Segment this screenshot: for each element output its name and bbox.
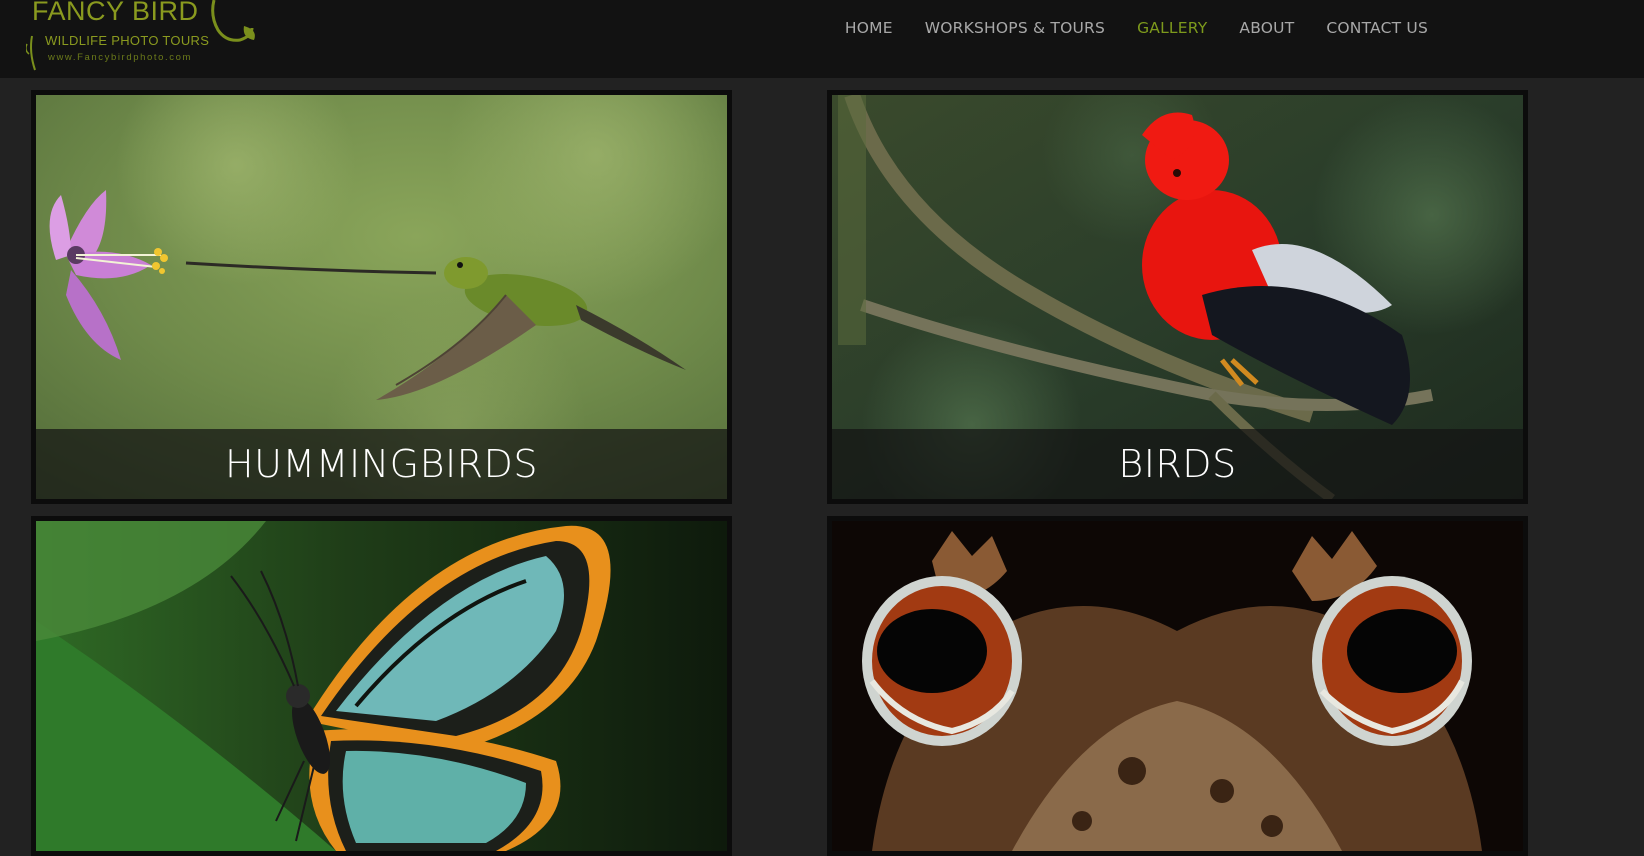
horned-frog-photo <box>832 521 1523 851</box>
glasswing-butterfly-photo <box>36 521 727 851</box>
logo-title: FANCY BIRD <box>32 0 199 26</box>
nav-workshops-tours[interactable]: WORKSHOPS & TOURS <box>909 16 1121 40</box>
nav-gallery[interactable]: GALLERY <box>1121 16 1223 40</box>
gallery-tile-frog[interactable] <box>827 516 1528 856</box>
cock-of-the-rock-photo: BIRDS <box>832 95 1523 499</box>
site-header: FANCY BIRD WILDLIFE PHOTO TOURS www.Fanc… <box>0 0 1644 78</box>
site-logo[interactable]: FANCY BIRD WILDLIFE PHOTO TOURS www.Fanc… <box>26 0 256 74</box>
tile-caption: BIRDS <box>1118 442 1237 486</box>
nav-home[interactable]: HOME <box>829 16 909 40</box>
hummingbird-photo: HUMMINGBIRDS <box>36 95 727 499</box>
logo-subtitle: WILDLIFE PHOTO TOURS <box>45 33 210 48</box>
gallery-tile-hummingbirds[interactable]: HUMMINGBIRDS <box>31 90 732 504</box>
caption-bar: BIRDS <box>832 429 1523 499</box>
nav-about[interactable]: ABOUT <box>1223 16 1310 40</box>
logo-url: www.Fancybirdphoto.com <box>48 52 192 63</box>
nav-contact-us[interactable]: CONTACT US <box>1310 16 1444 40</box>
tile-caption: HUMMINGBIRDS <box>225 442 538 486</box>
gallery-tile-birds[interactable]: BIRDS <box>827 90 1528 504</box>
main-nav: HOME WORKSHOPS & TOURS GALLERY ABOUT CON… <box>829 16 1444 40</box>
gallery-tile-butterfly[interactable] <box>31 516 732 856</box>
caption-bar: HUMMINGBIRDS <box>36 429 727 499</box>
